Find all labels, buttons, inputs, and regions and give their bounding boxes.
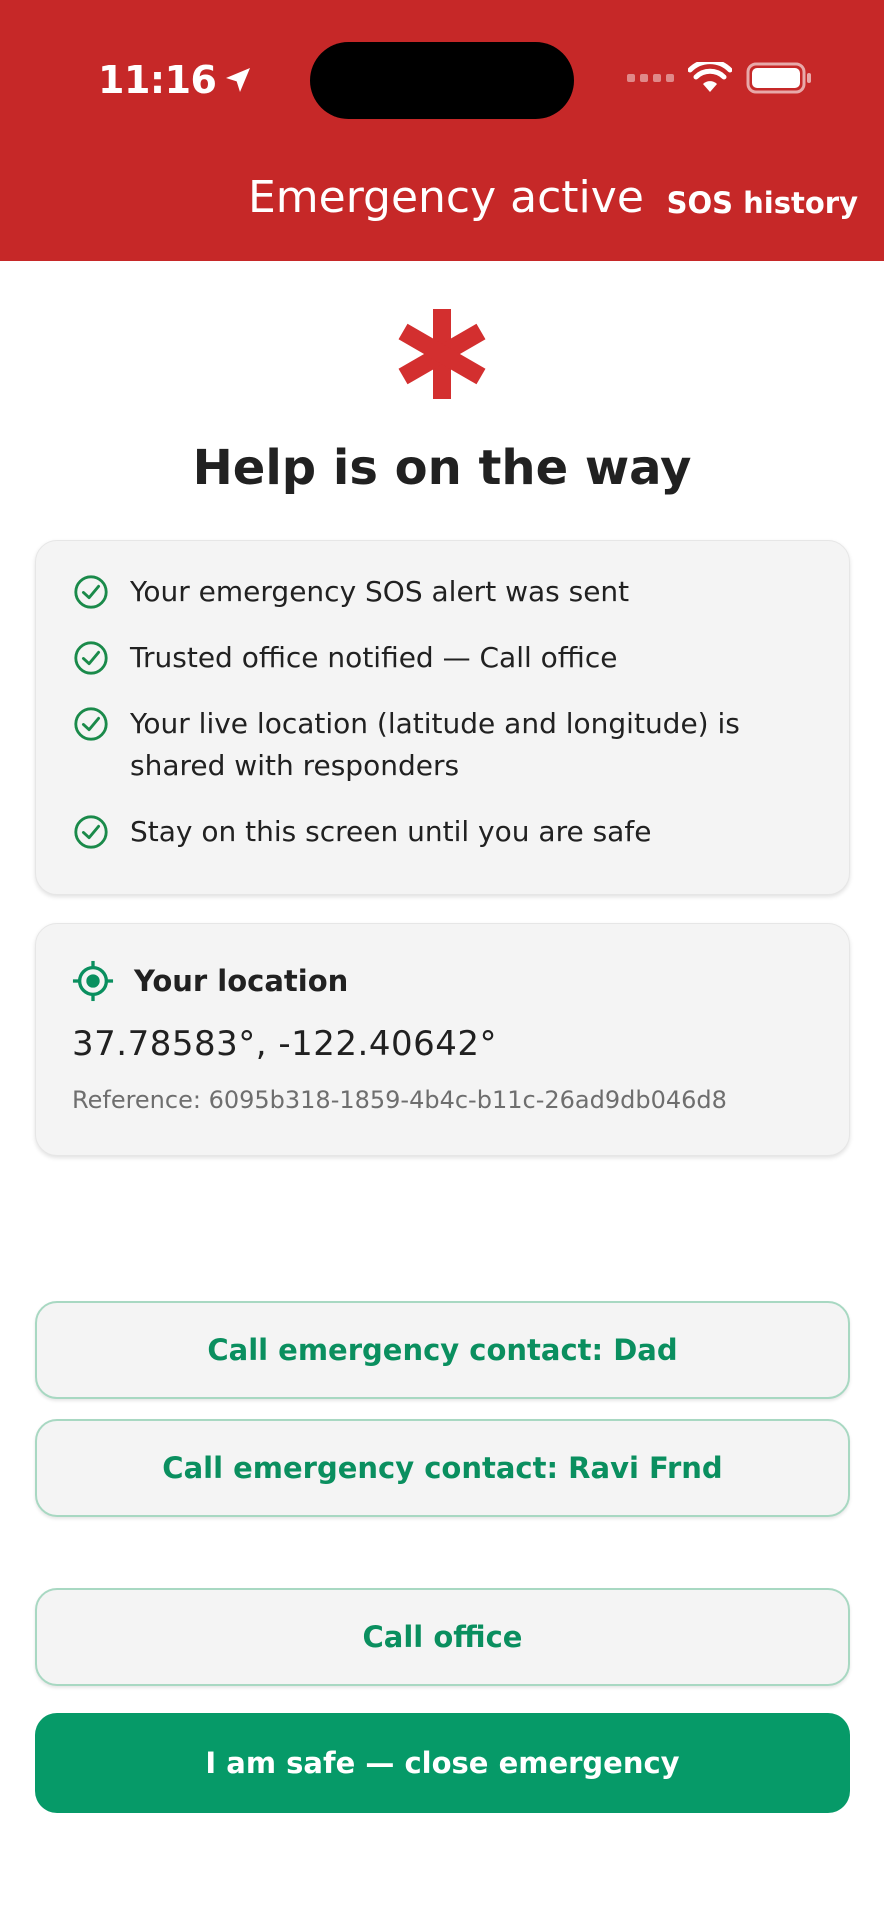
status-item: Your emergency SOS alert was sent	[72, 575, 813, 613]
location-target-icon	[72, 960, 114, 1002]
status-item-text: Stay on this screen until you are safe	[130, 815, 652, 848]
wifi-icon	[688, 62, 732, 92]
status-card: Your emergency SOS alert was sent Truste…	[35, 540, 850, 895]
check-circle-icon	[74, 575, 108, 609]
status-item-text: Trusted office notified — Call office	[130, 641, 618, 674]
status-time-text: 11:16	[98, 58, 217, 102]
battery-icon	[746, 62, 811, 94]
headline: Help is on the way	[192, 440, 692, 496]
sos-history-button[interactable]: SOS history	[667, 186, 858, 220]
page-title: Emergency active	[248, 172, 644, 223]
check-circle-icon	[74, 707, 108, 741]
location-arrow-icon	[226, 68, 251, 92]
status-item: Stay on this screen until you are safe	[72, 815, 813, 853]
status-item-text: Your live location (latitude and longitu…	[130, 707, 740, 782]
check-circle-icon	[74, 641, 108, 675]
asterisk-icon	[398, 309, 486, 399]
close-emergency-button[interactable]: I am safe — close emergency	[35, 1713, 850, 1813]
dynamic-island	[310, 42, 574, 119]
check-circle-icon	[74, 815, 108, 849]
signal-icon	[627, 74, 674, 82]
status-bar-indicators	[627, 62, 812, 94]
status-item: Trusted office notified — Call office	[72, 641, 813, 679]
location-title: Your location	[134, 964, 349, 998]
location-card: Your location 37.78583°, -122.40642° Ref…	[35, 923, 850, 1156]
call-contact-ravi-button[interactable]: Call emergency contact: Ravi Frnd	[35, 1419, 850, 1517]
status-item-text: Your emergency SOS alert was sent	[130, 575, 630, 608]
location-header: Your location	[72, 960, 813, 1002]
status-item: Your live location (latitude and longitu…	[72, 707, 813, 787]
app-bar: 11:16 Emergency active SOS history	[0, 0, 884, 261]
status-bar-time: 11:16	[98, 58, 254, 102]
location-reference: Reference: 6095b318-1859-4b4c-b11c-26ad9…	[72, 1086, 727, 1114]
call-contact-dad-button[interactable]: Call emergency contact: Dad	[35, 1301, 850, 1399]
location-coordinates: 37.78583°, -122.40642°	[72, 1024, 497, 1064]
call-office-button[interactable]: Call office	[35, 1588, 850, 1686]
